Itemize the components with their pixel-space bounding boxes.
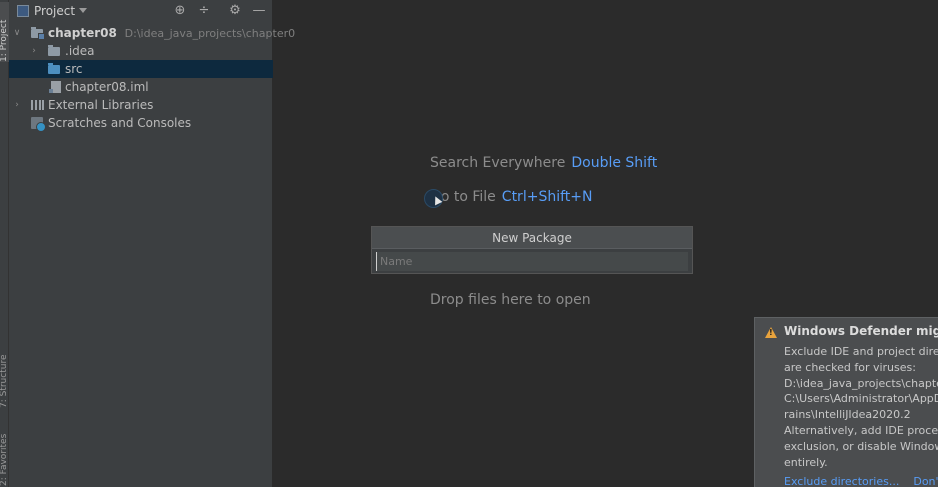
gear-icon[interactable]: ⚙ bbox=[227, 3, 243, 19]
tree-item-label: src bbox=[65, 62, 83, 76]
tree-item-iml[interactable]: chapter08.iml bbox=[9, 78, 273, 96]
notification-actions: Exclude directories... Don't bbox=[784, 475, 938, 487]
favorites-tool-tab[interactable]: 2: Favorites bbox=[0, 414, 9, 486]
notification-body: Exclude IDE and project direc are checke… bbox=[784, 344, 938, 470]
chevron-right-icon[interactable]: › bbox=[13, 96, 21, 114]
notification-line: are checked for viruses: bbox=[784, 360, 916, 374]
windows-defender-notification: ! Windows Defender might i Exclude IDE a… bbox=[754, 317, 938, 487]
notification-line: D:\idea_java_projects\chapte bbox=[784, 376, 938, 390]
hint-shortcut: Double Shift bbox=[571, 155, 658, 171]
tree-item-label: chapter08.iml bbox=[65, 80, 149, 94]
tree-item-scratches[interactable]: Scratches and Consoles bbox=[9, 114, 273, 132]
notification-line: exclusion, or disable Window bbox=[784, 439, 938, 453]
module-folder-icon bbox=[31, 27, 45, 40]
hint-shortcut: Ctrl+Shift+N bbox=[501, 189, 593, 205]
package-name-input[interactable] bbox=[376, 252, 688, 271]
go-to-file-hint: Go to File Ctrl+Shift+N bbox=[430, 189, 592, 205]
tree-item-label: chapter08 bbox=[48, 26, 117, 40]
scratches-icon bbox=[31, 117, 46, 132]
tree-item-external-libraries[interactable]: › External Libraries bbox=[9, 96, 273, 114]
tree-item-label: External Libraries bbox=[48, 98, 154, 112]
locate-icon[interactable]: ⊕ bbox=[172, 3, 188, 19]
chevron-right-icon[interactable]: › bbox=[30, 42, 38, 60]
minimize-icon[interactable]: — bbox=[251, 3, 267, 19]
module-file-icon bbox=[49, 81, 61, 93]
notification-title: Windows Defender might i bbox=[784, 324, 938, 338]
structure-tool-tab[interactable]: 7: Structure bbox=[0, 336, 9, 409]
notification-line: Exclude IDE and project direc bbox=[784, 345, 938, 358]
project-panel-header: Project ⊕ ÷ ⚙ — bbox=[9, 0, 273, 23]
notification-line: entirely. bbox=[784, 455, 828, 469]
popup-title: New Package bbox=[372, 227, 692, 249]
tree-item-label: Scratches and Consoles bbox=[48, 116, 192, 130]
exclude-directories-link[interactable]: Exclude directories... bbox=[784, 475, 899, 487]
tree-item-chapter08[interactable]: ∨ chapter08 D:\idea_java_projects\chapte… bbox=[9, 24, 295, 42]
drop-files-hint: Drop files here to open bbox=[430, 292, 591, 308]
source-folder-icon bbox=[48, 63, 60, 74]
search-everywhere-hint: Search Everywhere Double Shift bbox=[430, 155, 657, 171]
view-dropdown-chevron-icon[interactable] bbox=[79, 8, 87, 13]
project-panel: Project ⊕ ÷ ⚙ — ∨ chapter08 D:\idea_java… bbox=[9, 0, 295, 487]
project-tool-tab[interactable]: 1: Project bbox=[0, 2, 9, 62]
project-path-hint: D:\idea_java_projects\chapter0 bbox=[124, 27, 296, 40]
hint-label: Search Everywhere bbox=[430, 155, 566, 171]
notification-line: C:\Users\Administrator\AppD bbox=[784, 392, 938, 406]
chevron-down-icon[interactable]: ∨ bbox=[13, 24, 21, 42]
ide-window: 1: Project 7: Structure 2: Favorites Pro… bbox=[0, 0, 938, 487]
tree-item-label: .idea bbox=[65, 44, 95, 58]
folder-icon bbox=[48, 45, 60, 56]
left-tool-stripe: 1: Project 7: Structure 2: Favorites bbox=[0, 0, 9, 487]
notification-line: rains\IntelliJIdea2020.2 bbox=[784, 408, 911, 422]
tree-item-idea[interactable]: › .idea bbox=[9, 42, 273, 60]
notification-line: Alternatively, add IDE proces bbox=[784, 423, 938, 437]
dont-ask-link[interactable]: Don't bbox=[913, 475, 938, 487]
new-package-popup: New Package bbox=[371, 226, 693, 274]
tree-item-src[interactable]: src bbox=[9, 60, 273, 78]
libraries-icon bbox=[31, 100, 44, 110]
collapse-all-icon[interactable]: ÷ bbox=[196, 3, 212, 19]
project-view-icon bbox=[17, 5, 29, 17]
project-panel-title[interactable]: Project bbox=[34, 4, 75, 18]
